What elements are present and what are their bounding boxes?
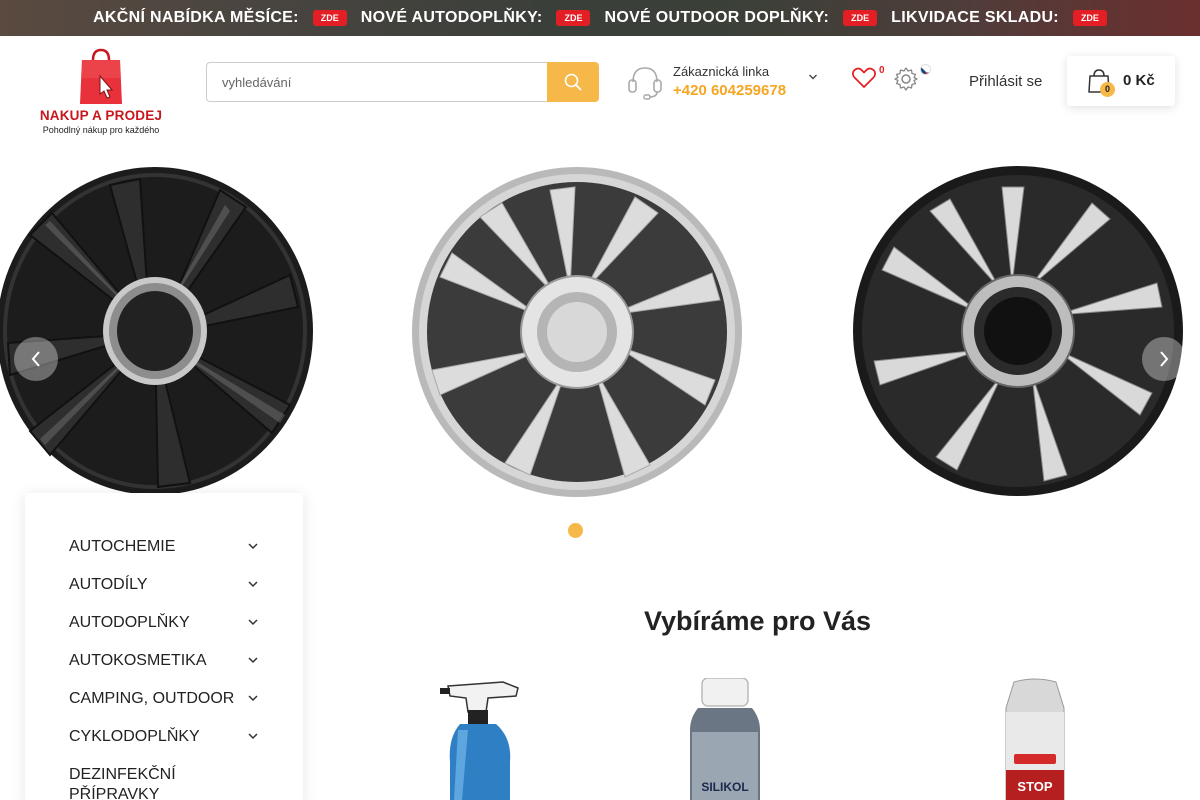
promo-label: NOVÉ AUTODOPLŇKY: — [360, 9, 543, 26]
headset-icon — [628, 67, 662, 100]
wheel-cover-image[interactable] — [852, 165, 1185, 498]
category-label: DEZINFEKČNÍ PŘÍPRAVKY — [69, 766, 176, 800]
cart-button[interactable]: 0 0 Kč — [1067, 56, 1175, 106]
category-label: AUTOKOSMETIKA — [69, 652, 207, 669]
support-label: Zákaznická linka — [673, 64, 770, 79]
promo-item-monthly-offer[interactable]: AKČNÍ NABÍDKA MĚSÍCE: ZDE — [93, 9, 347, 27]
product-image-stop-spray[interactable]: STOP — [1000, 678, 1070, 800]
promo-bar: AKČNÍ NABÍDKA MĚSÍCE: ZDE NOVÉ AUTODOPLŇ… — [0, 0, 1200, 36]
product-image-silikol[interactable]: SILIKOL — [688, 678, 762, 800]
promo-badge-button[interactable]: ZDE — [1072, 10, 1107, 26]
category-item-autokosmetika[interactable]: AUTOKOSMETIKA — [25, 641, 303, 679]
promo-label: NOVÉ OUTDOOR DOPLŇKY: — [604, 9, 830, 26]
chevron-left-icon — [31, 351, 40, 367]
category-item-camping-outdoor[interactable]: CAMPING, OUTDOOR — [25, 679, 303, 717]
search-input[interactable] — [206, 62, 547, 102]
chevron-down-icon[interactable] — [808, 72, 818, 82]
heart-icon — [852, 67, 876, 88]
chevron-right-icon — [1160, 351, 1169, 367]
category-item-autochemie[interactable]: AUTOCHEMIE — [25, 527, 303, 565]
wheel-cover-image[interactable] — [410, 165, 745, 500]
category-item-autodoplnky[interactable]: AUTODOPLŇKY — [25, 603, 303, 641]
promo-item-new-outdoor[interactable]: NOVÉ OUTDOOR DOPLŇKY: ZDE — [604, 9, 878, 27]
chevron-down-icon[interactable] — [247, 578, 259, 590]
promo-label: LIKVIDACE SKLADU: — [891, 9, 1059, 26]
category-item-dezinfekcni-pripravky[interactable]: DEZINFEKČNÍ PŘÍPRAVKY — [25, 755, 303, 800]
czech-flag-icon[interactable] — [920, 64, 931, 75]
chevron-down-icon[interactable] — [247, 692, 259, 704]
product-label: STOP — [1017, 779, 1053, 794]
search-button[interactable] — [547, 62, 599, 102]
category-menu: AUTOCHEMIE AUTODÍLY AUTODOPLŇKY AUTOKOSM… — [25, 493, 303, 800]
slider-prev-button[interactable] — [14, 337, 58, 381]
gear-icon — [894, 67, 918, 91]
logo-subtitle: Pohodlný nákup pro každého — [42, 125, 160, 135]
site-logo[interactable]: NAKUP A PRODEJ Pohodlný nákup pro každéh… — [38, 48, 164, 138]
category-label: CYKLODOPLŇKY — [69, 728, 200, 745]
section-title: Vybíráme pro Vás — [643, 606, 872, 636]
promo-badge-button[interactable]: ZDE — [556, 10, 591, 26]
search-icon — [564, 73, 582, 91]
chevron-down-icon[interactable] — [247, 540, 259, 552]
chevron-down-icon[interactable] — [247, 654, 259, 666]
promo-item-new-car-accessories[interactable]: NOVÉ AUTODOPLŇKY: ZDE — [361, 9, 591, 27]
category-label: CAMPING, OUTDOOR — [69, 690, 235, 707]
category-label: AUTODÍLY — [69, 576, 148, 593]
category-item-cyklodoplnky[interactable]: CYKLODOPLŇKY — [25, 717, 303, 755]
promo-label: AKČNÍ NABÍDKA MĚSÍCE: — [93, 9, 299, 26]
promo-item-clearance[interactable]: LIKVIDACE SKLADU: ZDE — [891, 9, 1107, 27]
chevron-down-icon[interactable] — [247, 616, 259, 628]
product-label: SILIKOL — [701, 780, 749, 794]
customer-support[interactable]: Zákaznická linka +420 604259678 — [626, 60, 826, 104]
login-link[interactable]: Přihlásit se — [969, 73, 1042, 90]
cart-total: 0 Kč — [1123, 72, 1155, 89]
shopping-bag-icon — [80, 48, 122, 104]
settings-button[interactable] — [893, 64, 935, 96]
logo-title: NAKUP A PRODEJ — [39, 108, 163, 123]
wheel-cover-image[interactable] — [0, 165, 315, 497]
slider-next-button[interactable] — [1142, 337, 1186, 381]
product-image-spray-bottle[interactable] — [428, 678, 538, 800]
promo-badge-button[interactable]: ZDE — [312, 10, 347, 26]
slider-dot-active[interactable] — [568, 523, 583, 538]
wishlist-count: 0 — [879, 65, 885, 76]
promo-badge-button[interactable]: ZDE — [843, 10, 878, 26]
search-bar — [206, 62, 599, 102]
chevron-down-icon[interactable] — [247, 730, 259, 742]
category-label: AUTOCHEMIE — [69, 538, 176, 555]
category-label: AUTODOPLŇKY — [69, 614, 190, 631]
support-phone[interactable]: +420 604259678 — [673, 82, 786, 99]
wishlist-button[interactable]: 0 — [851, 65, 891, 96]
cart-count-badge: 0 — [1100, 82, 1115, 97]
category-item-autodily[interactable]: AUTODÍLY — [25, 565, 303, 603]
